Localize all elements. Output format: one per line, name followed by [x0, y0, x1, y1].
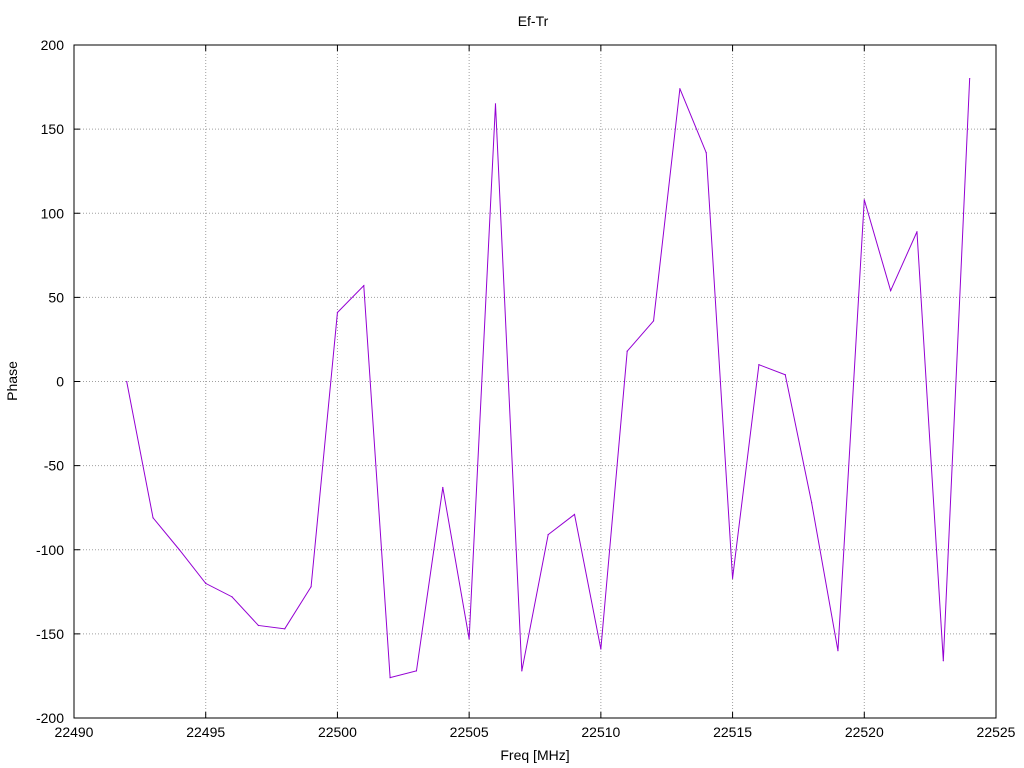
data-point: [468, 638, 470, 640]
y-tick-label: 150: [41, 121, 65, 137]
data-point: [863, 199, 865, 201]
data-point: [758, 364, 760, 366]
data-point: [811, 502, 813, 504]
data-point: [890, 290, 892, 292]
x-tick-label: 22495: [186, 724, 225, 740]
y-tick-label: -50: [44, 458, 64, 474]
x-tick-label: 22515: [713, 724, 752, 740]
chart-title: Ef-Tr: [518, 13, 549, 29]
data-point: [415, 670, 418, 672]
x-axis-label: Freq [MHz]: [500, 747, 569, 763]
data-point: [310, 586, 312, 588]
data-point: [363, 284, 365, 287]
data-point: [205, 582, 207, 585]
data-point: [336, 311, 339, 314]
data-point: [600, 648, 602, 650]
x-tick-label: 22500: [318, 724, 357, 740]
grid-lines: [74, 45, 996, 718]
data-point: [284, 628, 286, 630]
y-tick-label: -100: [36, 542, 64, 558]
data-point: [837, 650, 839, 652]
data-point: [731, 577, 734, 579]
x-tick-label: 22510: [581, 724, 620, 740]
y-tick-label: -150: [36, 626, 64, 642]
data-point: [442, 486, 444, 489]
data-point: [547, 534, 549, 536]
y-tick-label: 200: [41, 37, 65, 53]
data-point: [257, 624, 259, 627]
y-axis-label: Phase: [4, 361, 20, 401]
x-tick-label: 22490: [55, 724, 94, 740]
data-point: [942, 660, 944, 662]
data-point: [521, 670, 523, 672]
data-point: [969, 78, 971, 80]
data-point: [152, 517, 154, 519]
data-point: [231, 596, 233, 598]
x-tick-label: 22520: [845, 724, 884, 740]
data-point: [679, 88, 681, 90]
phase-line-chart: Ef-Tr 22490 22495 22500 22505 22510 22515 2252…: [4, 13, 1016, 763]
data-point: [389, 677, 391, 679]
data-point: [916, 231, 918, 233]
data-point: [573, 513, 576, 516]
data-point: [126, 380, 128, 383]
y-tick-label: 50: [48, 289, 64, 305]
x-tick-label: 22525: [977, 724, 1016, 740]
phase-series-line: [126, 78, 971, 679]
y-tick-label: -200: [36, 710, 64, 726]
data-point: [626, 350, 628, 352]
series-group: [126, 78, 971, 679]
x-tick-label: 22505: [450, 724, 489, 740]
y-tick-label: 0: [56, 374, 64, 390]
axis-ticks: 22490 22495 22500 22505 22510 22515 22520 22525…: [36, 37, 1016, 740]
data-point: [494, 103, 497, 105]
data-point: [784, 374, 786, 376]
y-tick-label: 100: [41, 205, 65, 221]
data-point: [652, 320, 655, 322]
data-point: [178, 549, 180, 551]
data-point: [705, 152, 707, 154]
